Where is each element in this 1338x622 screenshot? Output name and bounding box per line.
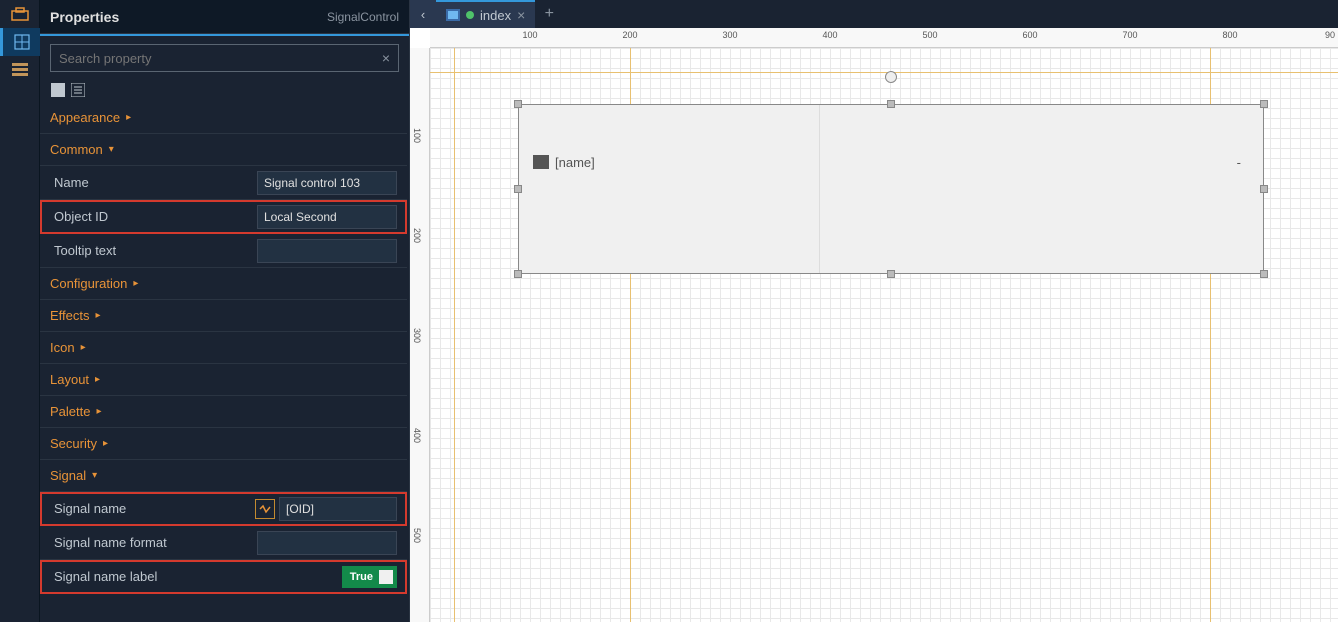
tab-index[interactable]: index ×: [436, 0, 535, 28]
guide-v: [454, 48, 455, 622]
signal-control-component[interactable]: [name] -: [518, 104, 1264, 274]
sidebar-toolbox-icon[interactable]: [0, 0, 40, 28]
view-categorized-icon[interactable]: [50, 82, 66, 98]
tooltip-label: Tooltip text: [50, 243, 257, 258]
canvas[interactable]: [name] -: [430, 48, 1338, 622]
prop-row-name: Name: [40, 166, 407, 200]
object-id-input[interactable]: [257, 205, 397, 229]
chevron-right-icon: ▸: [96, 406, 101, 417]
section-palette[interactable]: Palette▸: [40, 396, 407, 428]
toggle-knob: [379, 570, 393, 584]
name-input[interactable]: [257, 171, 397, 195]
section-common[interactable]: Common▾: [40, 134, 407, 166]
chevron-right-icon: ▸: [126, 112, 131, 123]
signal-name-label-label: Signal name label: [50, 569, 342, 584]
chevron-right-icon: ▸: [95, 374, 100, 385]
chevron-down-icon: ▾: [92, 470, 97, 481]
section-appearance[interactable]: Appearance▸: [40, 102, 407, 134]
resize-handle[interactable]: [514, 185, 522, 193]
signal-name-format-label: Signal name format: [50, 535, 257, 550]
sidebar-icon-rail: [0, 0, 40, 622]
properties-header: Properties SignalControl: [40, 0, 409, 34]
component-value: -: [1237, 155, 1249, 170]
add-tab-button[interactable]: +: [535, 0, 563, 28]
ruler-vertical: 100 200 300 400 500: [410, 48, 430, 622]
sidebar-grid-icon[interactable]: [0, 28, 40, 56]
prop-row-object-id: Object ID: [40, 200, 407, 234]
signal-name-label-toggle[interactable]: True: [342, 566, 397, 588]
search-input[interactable]: [59, 51, 382, 66]
page-icon: [446, 9, 460, 21]
section-icon[interactable]: Icon▸: [40, 332, 407, 364]
resize-handle[interactable]: [887, 270, 895, 278]
editor-area: ‹ index × + 100 200 300 400 500 600 700 …: [410, 0, 1338, 622]
signal-wave-icon: [533, 155, 549, 169]
resize-handle[interactable]: [1260, 270, 1268, 278]
chevron-right-icon: ▸: [133, 278, 138, 289]
close-icon[interactable]: ×: [517, 7, 525, 23]
chevron-right-icon: ▸: [81, 342, 86, 353]
toggle-value: True: [350, 571, 373, 583]
prop-row-signal-name-format: Signal name format: [40, 526, 407, 560]
tab-label: index: [480, 8, 511, 23]
section-security[interactable]: Security▸: [40, 428, 407, 460]
resize-handle[interactable]: [887, 100, 895, 108]
signal-name-format-input[interactable]: [257, 531, 397, 555]
canvas-container: 100 200 300 400 500 600 700 800 90 100 2…: [410, 28, 1338, 622]
tabs-bar: ‹ index × +: [410, 0, 1338, 28]
prop-row-tooltip: Tooltip text: [40, 234, 407, 268]
prop-row-signal-name: Signal name: [40, 492, 407, 526]
properties-panel: Properties SignalControl × Appearance▸ C…: [40, 0, 410, 622]
search-property-box[interactable]: ×: [50, 44, 399, 72]
component-name-label: [name]: [555, 155, 595, 170]
tooltip-input[interactable]: [257, 239, 397, 263]
status-dot-icon: [466, 11, 474, 19]
section-layout[interactable]: Layout▸: [40, 364, 407, 396]
prop-row-signal-name-label: Signal name label True: [40, 560, 407, 594]
tab-prev-icon[interactable]: ‹: [410, 0, 436, 28]
divider: [819, 105, 820, 273]
properties-subtitle: SignalControl: [327, 10, 399, 24]
object-id-label: Object ID: [50, 209, 257, 224]
name-label: Name: [50, 175, 257, 190]
resize-handle[interactable]: [1260, 100, 1268, 108]
ruler-horizontal: 100 200 300 400 500 600 700 800 90: [430, 28, 1338, 48]
properties-sections: Appearance▸ Common▾ Name Object ID Toolt…: [40, 102, 409, 622]
rotate-handle[interactable]: [885, 71, 897, 83]
chevron-right-icon: ▸: [103, 438, 108, 449]
view-alphabetical-icon[interactable]: [70, 82, 86, 98]
section-signal[interactable]: Signal▾: [40, 460, 407, 492]
resize-handle[interactable]: [514, 270, 522, 278]
properties-title: Properties: [50, 9, 327, 25]
resize-handle[interactable]: [1260, 185, 1268, 193]
section-effects[interactable]: Effects▸: [40, 300, 407, 332]
chevron-right-icon: ▸: [96, 310, 101, 321]
signal-binding-icon[interactable]: [255, 499, 275, 519]
section-configuration[interactable]: Configuration▸: [40, 268, 407, 300]
sidebar-list-icon[interactable]: [0, 56, 40, 84]
clear-icon[interactable]: ×: [382, 50, 390, 66]
chevron-down-icon: ▾: [109, 144, 114, 155]
signal-name-input[interactable]: [279, 497, 397, 521]
signal-name-label: Signal name: [50, 501, 255, 516]
resize-handle[interactable]: [514, 100, 522, 108]
guide-h: [430, 72, 1338, 73]
